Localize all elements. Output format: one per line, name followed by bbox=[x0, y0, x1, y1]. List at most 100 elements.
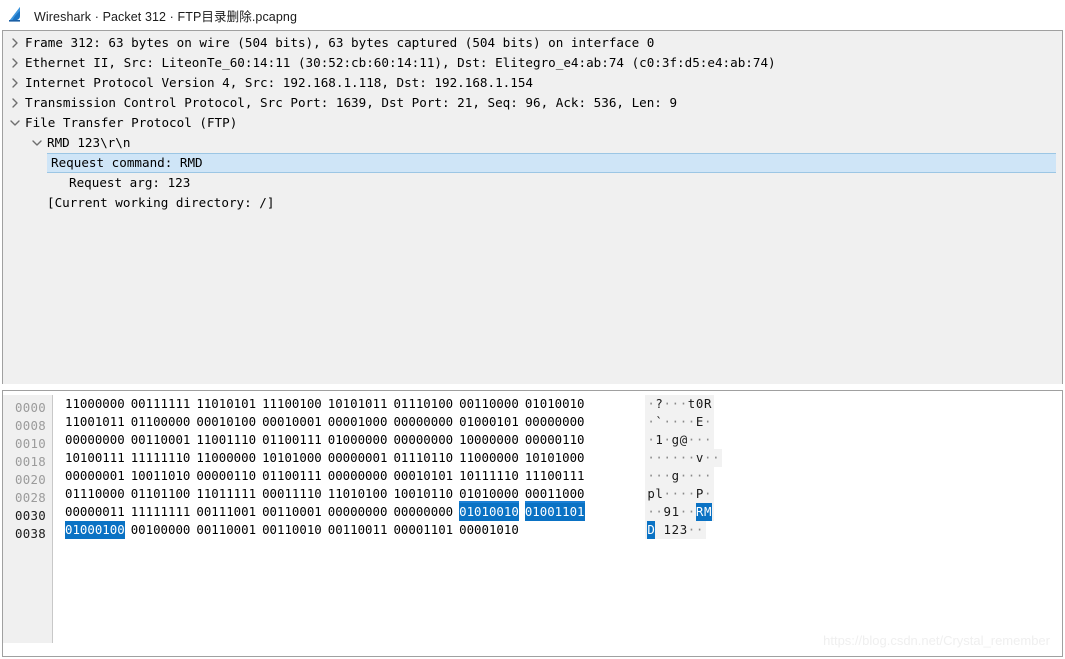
binary-byte[interactable]: 01000000 bbox=[328, 431, 388, 449]
tree-row[interactable]: Ethernet II, Src: LiteonTe_60:14:11 (30:… bbox=[3, 53, 1062, 73]
packet-detail-pane[interactable]: Frame 312: 63 bytes on wire (504 bits), … bbox=[2, 30, 1063, 384]
ascii-column[interactable]: ··91··RM bbox=[645, 503, 714, 521]
ascii-column[interactable]: pl····P· bbox=[645, 485, 714, 503]
binary-bytes[interactable]: 00000000 00110001 11001110 01100111 01000000… bbox=[65, 431, 645, 449]
ascii-column[interactable]: ······v·· bbox=[645, 449, 722, 467]
binary-bytes[interactable]: 11001011 01100000 00010100 00010001 00001000… bbox=[65, 413, 645, 431]
ascii-column[interactable]: ···g···· bbox=[645, 467, 714, 485]
binary-byte[interactable]: 11001110 bbox=[196, 431, 256, 449]
chevron-down-icon[interactable] bbox=[7, 118, 23, 128]
binary-byte[interactable]: 00001101 bbox=[393, 521, 453, 539]
binary-byte[interactable]: 00000001 bbox=[65, 467, 125, 485]
binary-byte[interactable]: 00000000 bbox=[65, 431, 125, 449]
binary-byte[interactable]: 00110000 bbox=[459, 395, 519, 413]
binary-byte[interactable]: 00000110 bbox=[525, 431, 585, 449]
binary-byte[interactable]: 00010001 bbox=[262, 413, 322, 431]
binary-byte[interactable]: 00011000 bbox=[525, 485, 585, 503]
byte-row[interactable]: 01110000 01101100 11011111 00011110 11010100… bbox=[65, 485, 1062, 503]
binary-byte[interactable]: 10100111 bbox=[65, 449, 125, 467]
binary-byte[interactable]: 11011111 bbox=[196, 485, 256, 503]
chevron-down-icon[interactable] bbox=[29, 138, 45, 148]
binary-byte[interactable]: 00110001 bbox=[131, 431, 191, 449]
ascii-column[interactable]: D 123·· bbox=[645, 521, 706, 539]
binary-bytes[interactable]: 00000011 11111111 00111001 00110001 00000000… bbox=[65, 503, 645, 521]
byte-row[interactable]: 10100111 11111110 11000000 10101000 00000001… bbox=[65, 449, 1062, 467]
binary-byte[interactable]: 00110001 bbox=[196, 521, 256, 539]
tree-row[interactable]: File Transfer Protocol (FTP) bbox=[3, 113, 1062, 133]
binary-byte[interactable]: 00110011 bbox=[328, 521, 388, 539]
binary-byte[interactable]: 00010101 bbox=[393, 467, 453, 485]
binary-byte[interactable]: 00001010 bbox=[459, 521, 519, 539]
binary-byte[interactable]: 11000000 bbox=[65, 395, 125, 413]
ascii-column[interactable]: ·`····E· bbox=[645, 413, 714, 431]
binary-byte[interactable]: 00000000 bbox=[393, 503, 453, 521]
binary-byte[interactable]: 01000101 bbox=[459, 413, 519, 431]
ascii-column[interactable]: ·?···t0R bbox=[645, 395, 714, 413]
tree-row[interactable]: [Current working directory: /] bbox=[3, 193, 1062, 213]
binary-byte[interactable]: 10101000 bbox=[262, 449, 322, 467]
binary-byte[interactable]: 11100100 bbox=[262, 395, 322, 413]
binary-bytes[interactable]: 01000100 00100000 00110001 00110010 00110011… bbox=[65, 521, 645, 539]
byte-row[interactable]: 11000000 00111111 11010101 11100100 10101011… bbox=[65, 395, 1062, 413]
binary-byte[interactable]: 01101100 bbox=[131, 485, 191, 503]
binary-byte[interactable]: 01010010 bbox=[525, 395, 585, 413]
binary-byte[interactable]: 10101000 bbox=[525, 449, 585, 467]
binary-byte-selected[interactable]: 01010010 bbox=[459, 503, 519, 521]
byte-row[interactable]: 11001011 01100000 00010100 00010001 00001000… bbox=[65, 413, 1062, 431]
binary-byte[interactable]: 11111110 bbox=[131, 449, 191, 467]
binary-byte[interactable]: 01100111 bbox=[262, 431, 322, 449]
binary-byte[interactable]: 11000000 bbox=[459, 449, 519, 467]
binary-byte[interactable]: 00000001 bbox=[328, 449, 388, 467]
binary-byte[interactable]: 10101011 bbox=[328, 395, 388, 413]
binary-byte[interactable]: 00000011 bbox=[65, 503, 125, 521]
binary-byte[interactable]: 00000000 bbox=[328, 467, 388, 485]
binary-byte[interactable]: 00111111 bbox=[131, 395, 191, 413]
binary-byte[interactable]: 01100000 bbox=[131, 413, 191, 431]
byte-row[interactable]: 01000100 00100000 00110001 00110010 00110011… bbox=[65, 521, 1062, 539]
binary-byte[interactable]: 00000110 bbox=[196, 467, 256, 485]
binary-byte[interactable]: 00111001 bbox=[196, 503, 256, 521]
binary-byte[interactable]: 10000000 bbox=[459, 431, 519, 449]
binary-byte-selected[interactable]: 01000100 bbox=[65, 521, 125, 539]
byte-row[interactable]: 00000000 00110001 11001110 01100111 01000000… bbox=[65, 431, 1062, 449]
binary-byte[interactable]: 00100000 bbox=[131, 521, 191, 539]
binary-bytes[interactable]: 00000001 10011010 00000110 01100111 00000000… bbox=[65, 467, 645, 485]
binary-byte[interactable]: 10111110 bbox=[459, 467, 519, 485]
byte-data-column[interactable]: 11000000 00111111 11010101 11100100 10101011… bbox=[53, 395, 1062, 643]
tree-row[interactable]: Frame 312: 63 bytes on wire (504 bits), … bbox=[3, 33, 1062, 53]
binary-bytes[interactable]: 01110000 01101100 11011111 00011110 11010100… bbox=[65, 485, 645, 503]
chevron-right-icon[interactable] bbox=[7, 98, 23, 108]
tree-row[interactable]: Transmission Control Protocol, Src Port:… bbox=[3, 93, 1062, 113]
binary-byte[interactable]: 10010110 bbox=[393, 485, 453, 503]
binary-byte[interactable]: 01100111 bbox=[262, 467, 322, 485]
binary-byte[interactable]: 01110110 bbox=[393, 449, 453, 467]
packet-detail-tree[interactable]: Frame 312: 63 bytes on wire (504 bits), … bbox=[3, 31, 1062, 213]
binary-byte[interactable]: 00000000 bbox=[525, 413, 585, 431]
binary-byte[interactable]: 11100111 bbox=[525, 467, 585, 485]
tree-row[interactable]: RMD 123\r\n bbox=[3, 133, 1062, 153]
binary-byte[interactable]: 00110001 bbox=[262, 503, 322, 521]
binary-byte[interactable]: 01010000 bbox=[459, 485, 519, 503]
binary-byte[interactable]: 00000000 bbox=[328, 503, 388, 521]
binary-byte[interactable]: 01110100 bbox=[393, 395, 453, 413]
binary-byte[interactable]: 00001000 bbox=[328, 413, 388, 431]
binary-byte[interactable]: 00011110 bbox=[262, 485, 322, 503]
binary-byte[interactable]: 11010101 bbox=[196, 395, 256, 413]
binary-byte[interactable]: 00000000 bbox=[393, 413, 453, 431]
binary-byte[interactable]: 11010100 bbox=[328, 485, 388, 503]
binary-byte[interactable]: 01110000 bbox=[65, 485, 125, 503]
byte-row[interactable]: 00000001 10011010 00000110 01100111 00000000… bbox=[65, 467, 1062, 485]
binary-byte[interactable]: 00000000 bbox=[393, 431, 453, 449]
ascii-column[interactable]: ·1·g@··· bbox=[645, 431, 714, 449]
packet-bytes-pane[interactable]: 0000 0008 0010 0018 0020 0028 0030 0038 1100000… bbox=[2, 390, 1063, 657]
binary-byte[interactable]: 00010100 bbox=[196, 413, 256, 431]
chevron-right-icon[interactable] bbox=[7, 38, 23, 48]
binary-byte[interactable]: 10011010 bbox=[131, 467, 191, 485]
binary-byte[interactable]: 11001011 bbox=[65, 413, 125, 431]
binary-byte[interactable]: 00110010 bbox=[262, 521, 322, 539]
chevron-right-icon[interactable] bbox=[7, 58, 23, 68]
tree-row[interactable]: Request arg: 123 bbox=[3, 173, 1062, 193]
byte-row[interactable]: 00000011 11111111 00111001 00110001 00000000… bbox=[65, 503, 1062, 521]
binary-bytes[interactable]: 10100111 11111110 11000000 10101000 00000001… bbox=[65, 449, 645, 467]
chevron-right-icon[interactable] bbox=[7, 78, 23, 88]
